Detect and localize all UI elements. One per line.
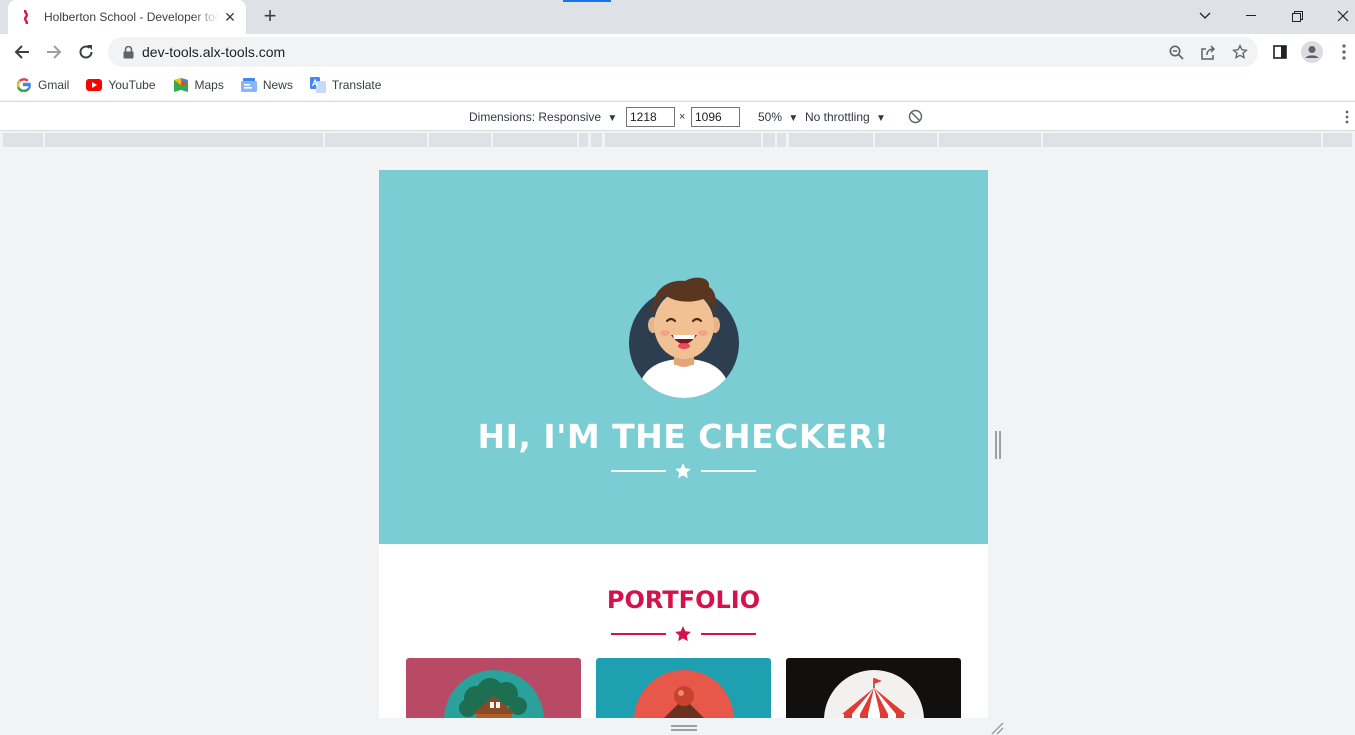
maps-icon <box>173 77 189 93</box>
avatar <box>629 277 739 398</box>
dropdown-caret-icon: ▼ <box>607 113 618 124</box>
dropdown-caret-icon: ▼ <box>876 113 886 124</box>
tab-search-icon[interactable] <box>1182 0 1228 32</box>
times-sign: × <box>679 111 686 123</box>
tab-strip: Holberton School - Developer tools ✕ + <box>0 0 1355 34</box>
media-query-segment[interactable] <box>605 133 761 147</box>
media-query-segment[interactable] <box>1043 133 1321 147</box>
divider-line <box>611 633 666 635</box>
media-query-segment[interactable] <box>591 133 602 147</box>
minimize-icon[interactable] <box>1228 0 1274 32</box>
media-query-segment[interactable] <box>429 133 491 147</box>
zoom-select[interactable]: 50% ▼ <box>758 110 798 124</box>
rotate-disabled-icon[interactable] <box>908 109 923 127</box>
profile-avatar-icon[interactable] <box>1298 38 1326 66</box>
tab-title: Holberton School - Developer tools <box>44 10 219 24</box>
device-screen: HI, I'M THE CHECKER! PORTFOLIO <box>379 170 988 718</box>
zoom-icon[interactable] <box>1165 41 1187 63</box>
back-arrow-icon[interactable] <box>8 38 36 66</box>
close-tab-icon[interactable]: ✕ <box>222 9 238 25</box>
bookmark-maps[interactable]: Maps <box>173 77 224 93</box>
divider-line <box>701 470 756 472</box>
media-query-segment[interactable] <box>493 133 577 147</box>
media-query-segment[interactable] <box>325 133 427 147</box>
throttling-select[interactable]: No throttling ▼ <box>805 110 886 124</box>
share-icon[interactable] <box>1197 41 1219 63</box>
browser-toolbar: dev-tools.alx-tools.com <box>0 34 1355 70</box>
bookmark-label: Translate <box>331 78 382 92</box>
device-height-input[interactable] <box>691 107 740 127</box>
zoom-level: 50% <box>758 110 783 124</box>
dropdown-caret-icon: ▼ <box>788 113 799 124</box>
media-query-segment[interactable] <box>789 133 873 147</box>
google-icon <box>16 77 32 93</box>
side-panel-icon[interactable] <box>1266 38 1294 66</box>
browser-tab[interactable]: Holberton School - Developer tools ✕ <box>8 0 246 34</box>
divider-line <box>611 470 666 472</box>
resize-handle-bottom[interactable] <box>671 725 697 731</box>
media-query-segment[interactable] <box>763 133 775 147</box>
menu-kebab-icon[interactable] <box>1330 38 1355 66</box>
media-query-segment[interactable] <box>875 133 937 147</box>
new-tab-button[interactable]: + <box>257 5 283 29</box>
bookmark-label: Maps <box>194 78 224 92</box>
youtube-icon <box>86 77 103 93</box>
media-query-segment[interactable] <box>3 133 43 147</box>
media-query-segment[interactable] <box>579 133 588 147</box>
media-query-segment[interactable] <box>45 133 323 147</box>
dimensions-select[interactable]: Dimensions: Responsive ▼ <box>469 110 617 124</box>
portfolio-card-cake[interactable] <box>596 658 771 718</box>
url-text[interactable]: dev-tools.alx-tools.com <box>142 44 285 60</box>
tab-indicator <box>563 0 611 2</box>
hero-divider <box>611 462 756 480</box>
resize-corner-icon[interactable] <box>990 721 1004 735</box>
restore-icon[interactable] <box>1274 0 1320 32</box>
forward-arrow-icon[interactable] <box>40 38 68 66</box>
dimensions-label: Dimensions: Responsive <box>469 110 602 124</box>
bookmark-label: News <box>262 78 293 92</box>
star-icon <box>675 463 691 479</box>
media-query-segment[interactable] <box>1323 133 1352 147</box>
device-width-input[interactable] <box>626 107 675 127</box>
hero-title: HI, I'M THE CHECKER! <box>477 417 890 456</box>
media-query-segment[interactable] <box>777 133 786 147</box>
device-options-kebab-icon[interactable] <box>1345 110 1349 127</box>
device-toolbar: Dimensions: Responsive ▼ × 50% ▼ No thro… <box>0 101 1355 131</box>
media-query-bar <box>0 131 1355 148</box>
holberton-favicon-icon <box>18 9 34 25</box>
cake-illustration-icon <box>634 670 734 718</box>
bookmarks-bar: Gmail YouTube Maps News Translate <box>0 70 1355 100</box>
bookmark-label: YouTube <box>108 78 156 92</box>
bookmark-news[interactable]: News <box>240 77 293 93</box>
lock-icon[interactable] <box>120 45 136 59</box>
news-icon <box>240 77 257 93</box>
bookmark-star-icon[interactable] <box>1229 41 1251 63</box>
portfolio-card-cabin[interactable] <box>406 658 581 718</box>
media-query-segment[interactable] <box>939 133 1041 147</box>
divider-line <box>701 633 756 635</box>
reload-icon[interactable] <box>72 38 100 66</box>
bookmark-translate[interactable]: Translate <box>309 77 382 93</box>
circus-tent-illustration-icon <box>824 670 924 718</box>
portfolio-title: PORTFOLIO <box>606 586 761 614</box>
cabin-illustration-icon <box>444 670 544 718</box>
throttling-label: No throttling <box>805 110 870 124</box>
portfolio-divider <box>611 625 756 643</box>
hero-section: HI, I'M THE CHECKER! <box>379 170 988 544</box>
bookmark-gmail[interactable]: Gmail <box>16 77 69 93</box>
star-icon <box>675 626 691 642</box>
bookmark-youtube[interactable]: YouTube <box>86 77 156 93</box>
translate-icon <box>309 77 326 93</box>
emulated-viewport: HI, I'M THE CHECKER! PORTFOLIO <box>0 148 1355 735</box>
close-window-icon[interactable] <box>1320 0 1355 32</box>
bookmark-label: Gmail <box>38 78 70 92</box>
resize-handle-right[interactable] <box>995 431 1001 459</box>
portfolio-card-circus[interactable] <box>786 658 961 718</box>
address-bar[interactable]: dev-tools.alx-tools.com <box>108 37 1258 67</box>
